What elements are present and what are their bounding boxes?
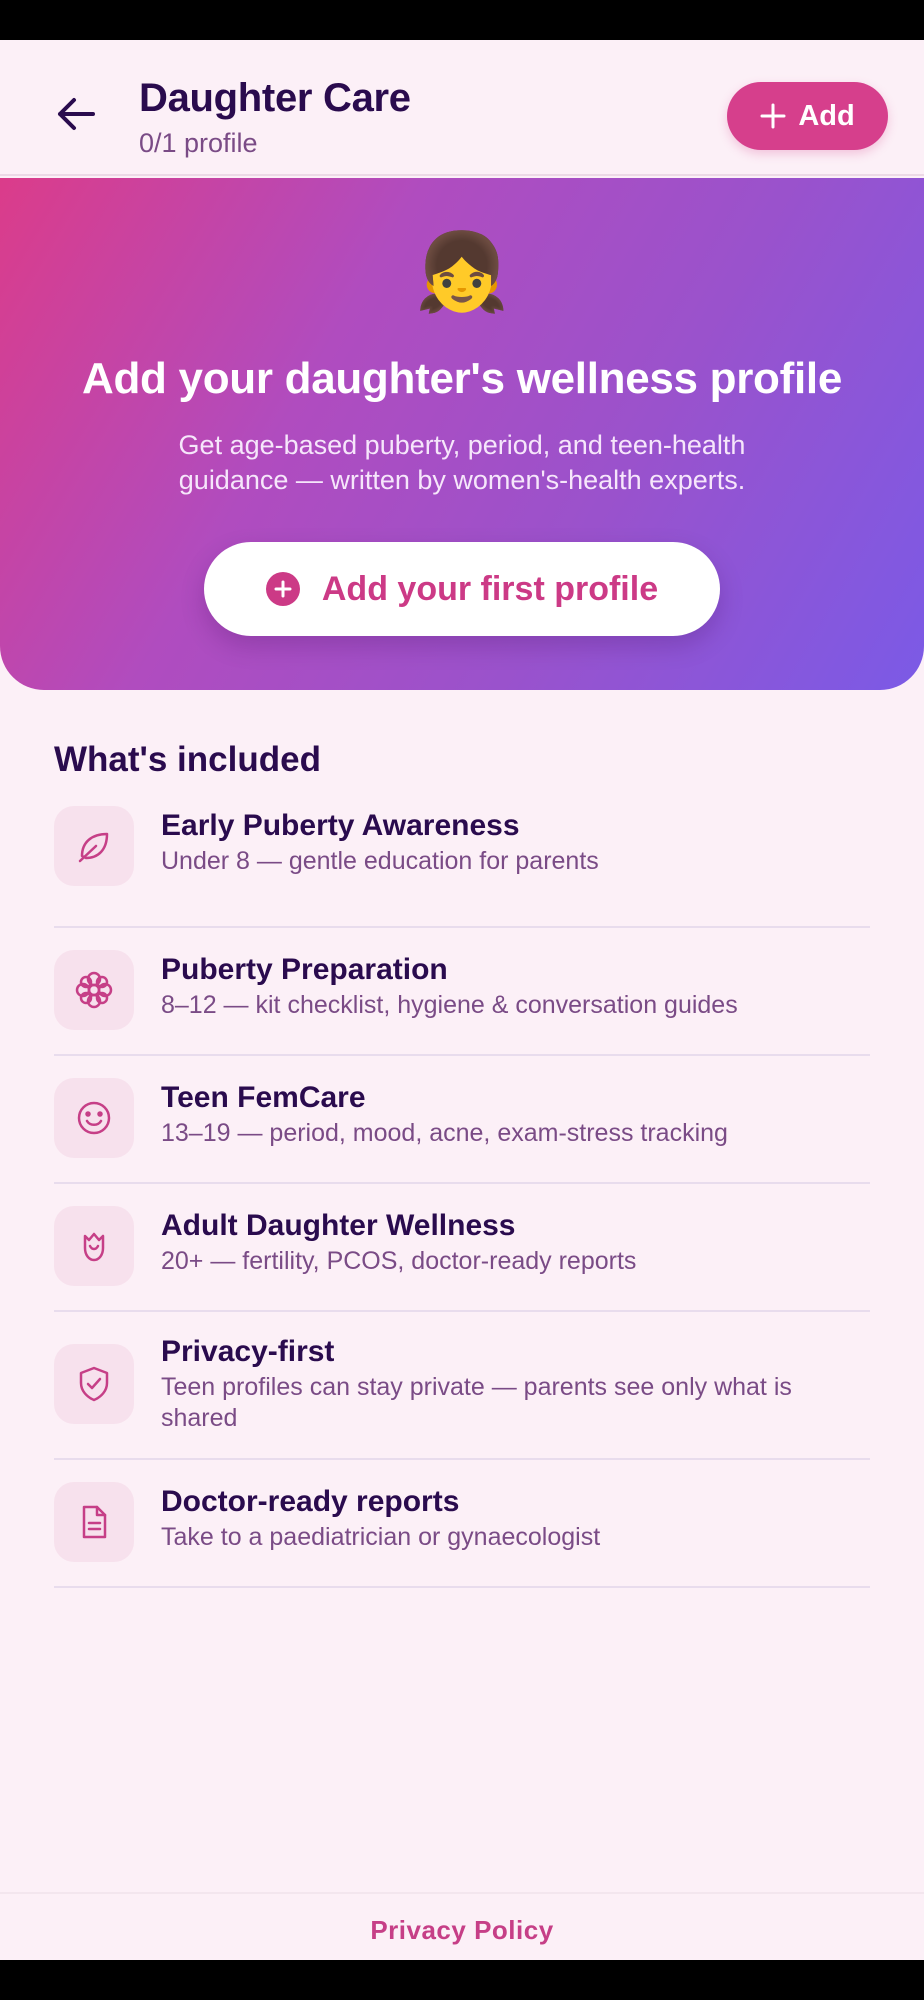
item-description: Under 8 — gentle education for parents: [161, 847, 599, 875]
app-header: Daughter Care 0/1 profile Add: [0, 40, 924, 176]
item-title: Privacy-first: [161, 1335, 335, 1368]
back-button[interactable]: [50, 94, 102, 134]
plus-icon: [760, 103, 786, 129]
item-title: Doctor-ready reports: [161, 1485, 460, 1518]
list-item: Teen FemCare 13–19 — period, mood, acne,…: [54, 1056, 870, 1184]
item-title: Puberty Preparation: [161, 953, 448, 986]
girl-emoji-icon: 👧: [414, 230, 510, 315]
list-item: Privacy-first Teen profiles can stay pri…: [54, 1312, 870, 1460]
list-item: Doctor-ready reports Take to a paediatri…: [54, 1460, 870, 1588]
page-title: Daughter Care: [139, 76, 411, 120]
hero-banner: 👧 Add your daughter's wellness profile G…: [0, 178, 924, 690]
flower-icon: [54, 950, 134, 1030]
footer-divider: [0, 1892, 924, 1894]
shield-check-icon: [54, 1344, 134, 1424]
item-description: 20+ — fertility, PCOS, doctor-ready repo…: [161, 1247, 637, 1275]
home-indicator-bar: [0, 1960, 924, 2000]
add-button[interactable]: Add: [727, 82, 888, 150]
privacy-policy-link[interactable]: Privacy Policy: [0, 1915, 924, 1946]
leaf-icon: [54, 806, 134, 886]
item-description: 8–12 — kit checklist, hygiene & conversa…: [161, 991, 738, 1019]
hero-title: Add your daughter's wellness profile: [81, 354, 843, 403]
list-item: Puberty Preparation 8–12 — kit checklist…: [54, 928, 870, 1056]
screen: Daughter Care 0/1 profile Add 👧 Add your…: [0, 40, 924, 1960]
cta-label: Add your first profile: [321, 569, 659, 608]
status-bar: [0, 0, 924, 40]
item-title: Teen FemCare: [161, 1081, 366, 1114]
rose-icon: [54, 1206, 134, 1286]
profile-count: 0/1 profile: [139, 128, 258, 158]
add-first-profile-button[interactable]: Add your first profile: [204, 542, 720, 636]
smile-icon: [54, 1078, 134, 1158]
item-title: Adult Daughter Wellness: [161, 1209, 516, 1242]
item-title: Early Puberty Awareness: [161, 809, 520, 842]
item-description: Teen profiles can stay private — parents…: [161, 1373, 792, 1432]
arrow-left-icon: [58, 98, 95, 130]
item-description: 13–19 — period, mood, acne, exam-stress …: [161, 1119, 728, 1147]
add-button-label: Add: [798, 99, 855, 132]
list-item: Early Puberty Awareness Under 8 — gentle…: [54, 800, 870, 928]
document-icon: [54, 1482, 134, 1562]
list-item: Adult Daughter Wellness 20+ — fertility,…: [54, 1184, 870, 1312]
plus-circle-icon: [265, 572, 300, 606]
item-description: Take to a paediatrician or gynaecologist: [161, 1523, 601, 1551]
included-list: Early Puberty Awareness Under 8 — gentle…: [54, 800, 870, 1588]
hero-description: Get age-based puberty, period, and teen-…: [178, 430, 746, 495]
section-title: What's included: [54, 740, 321, 779]
